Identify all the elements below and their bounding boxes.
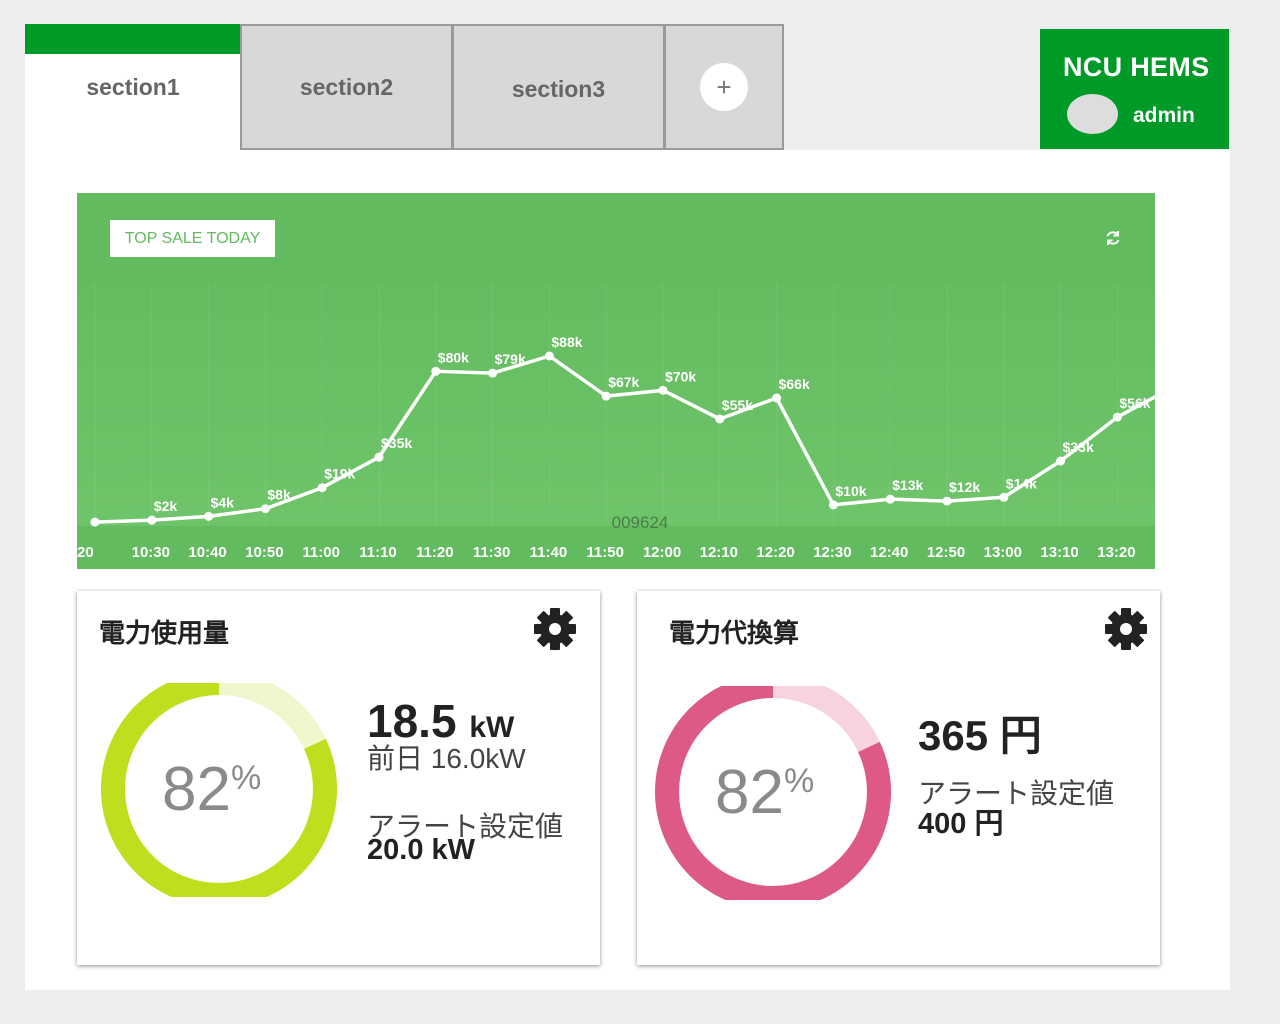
x-tick-label: 11:40 [530,544,568,561]
data-point[interactable] [147,515,157,525]
data-label: $88k [551,334,582,350]
data-label: $8k [267,487,291,503]
add-tab-button[interactable]: + [664,24,784,150]
percent-value: 82 [715,758,784,827]
tab-label: section1 [86,73,180,100]
power-cost-panel: 電力代換算 82% 365 円 アラート設定値 400 円 [637,591,1160,965]
x-tick-label: 10:30 [132,544,170,561]
data-point[interactable] [374,452,384,462]
x-tick-label: 12:00 [643,544,681,561]
x-tick-label: 13:10 [1040,544,1078,561]
data-point[interactable] [772,393,782,403]
percent-sign: % [230,759,262,797]
panel-title: 電力使用量 [99,618,230,648]
data-label: $35k [381,435,412,451]
x-tick-label: 12:30 [813,544,851,561]
percent-value: 82 [162,755,231,824]
data-point[interactable] [942,496,952,506]
x-tick-label: 12:50 [927,544,965,561]
data-point[interactable] [828,500,838,510]
x-tick-label: 13:20 [1097,544,1135,561]
chart-center-label: 009624 [612,513,669,532]
percent-readout: 82% [715,762,814,824]
data-point[interactable] [317,483,327,493]
data-label: $14k [1006,475,1037,491]
x-tick-label: 11:20 [416,544,454,561]
percent-readout: 82% [162,759,261,821]
gear-icon[interactable] [1102,605,1150,653]
data-point[interactable] [544,351,554,361]
data-point[interactable] [431,366,441,376]
data-point[interactable] [715,414,725,424]
x-tick-label: 12:10 [700,544,738,561]
brand-header: NCU HEMS admin [1040,29,1229,149]
data-label: $80k [438,349,469,365]
data-label: $67k [608,374,639,390]
gear-icon[interactable] [531,605,579,653]
alert-value: 20.0 kW [367,834,475,866]
tab-section3[interactable]: section3 [452,24,665,150]
user-name[interactable]: admin [1133,104,1195,128]
panel-title: 電力代換算 [669,618,800,648]
data-label: $12k [949,479,980,495]
data-label: $70k [665,368,696,384]
tab-label: section3 [511,75,606,102]
tab-section2[interactable]: section2 [240,24,453,150]
percent-sign: % [783,762,815,800]
data-label: $33k [1063,439,1094,455]
x-tick-label: 10:40 [188,544,226,561]
x-tick-label: 12:20 [756,544,794,561]
data-label: $56k [1119,395,1150,411]
x-tick-label: 20 [77,544,94,561]
data-label: $66k [779,376,810,392]
data-label: $19k [324,466,355,482]
plus-icon: + [700,63,748,111]
x-tick-label: 11:50 [586,544,624,561]
chart-plot-band [77,283,1155,526]
tab-section1[interactable]: section1 [25,24,241,150]
data-point[interactable] [488,368,498,378]
data-label: $79k [495,351,526,367]
sales-chart-card: $2k $4k $8k $19k $35k $80k $79k $88k $67k $70k $55… [77,193,1155,569]
tab-label: section2 [299,73,394,100]
data-point[interactable] [885,494,895,504]
x-tick-label: 10:50 [245,544,283,561]
data-label: $2k [154,498,178,514]
data-point[interactable] [260,504,270,514]
x-tick-label: 11:10 [359,544,397,561]
data-label: $13k [892,477,923,493]
data-point[interactable] [1056,456,1066,466]
refresh-icon[interactable] [1105,230,1121,246]
alert-value: 400 円 [918,808,1004,840]
x-tick-label: 13:00 [984,544,1022,561]
data-point[interactable] [658,385,668,395]
data-label: $4k [211,494,235,510]
data-point[interactable] [999,492,1009,502]
x-tick-label: 12:40 [870,544,908,561]
data-point[interactable] [601,391,611,401]
data-point[interactable] [204,511,214,521]
data-point[interactable] [1112,412,1122,422]
current-value: 365 円 [918,712,1042,759]
app-title: NCU HEMS [1063,52,1210,82]
x-tick-label: 11:00 [302,544,340,561]
data-label: $55k [722,397,753,413]
power-usage-panel: 電力使用量 82% 18.5 kW 前日 16.0kW アラート設定値 20.0… [77,591,600,965]
avatar[interactable] [1067,94,1118,134]
chart-badge: TOP SALE TODAY [110,220,275,257]
data-point[interactable] [90,517,100,527]
x-tick-label: 11:30 [473,544,511,561]
previous-day-value: 前日 16.0kW [367,743,526,774]
data-label: $10k [835,483,866,499]
